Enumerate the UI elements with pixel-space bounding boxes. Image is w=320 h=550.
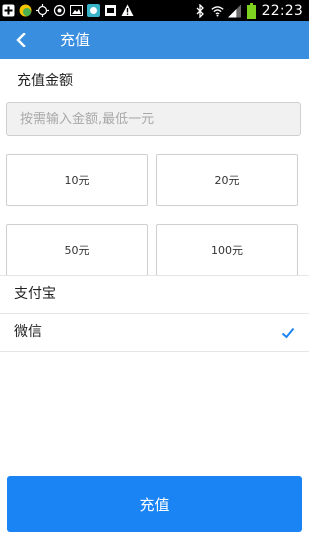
status-bar: 22:23	[0, 0, 309, 21]
system-icons: 22:23	[194, 0, 303, 21]
signal-icon	[227, 4, 241, 17]
payment-option-label: 微信	[14, 324, 42, 340]
payment-option-wechat[interactable]: 微信	[0, 313, 309, 352]
location-icon	[36, 4, 49, 17]
payment-method-list: 支付宝 微信	[0, 275, 309, 352]
clock: 22:23	[261, 2, 303, 19]
preset-amount-button[interactable]: 20元	[156, 154, 298, 206]
page-title: 充值	[60, 31, 91, 49]
chevron-left-icon	[16, 33, 26, 47]
back-button[interactable]	[10, 29, 32, 51]
preset-amount-button[interactable]: 10元	[6, 154, 148, 206]
recharge-button[interactable]: 充值	[7, 476, 302, 532]
image-icon	[70, 4, 83, 17]
battery-icon	[245, 2, 258, 19]
wifi-icon	[211, 4, 224, 17]
payment-option-label: 支付宝	[14, 286, 56, 302]
sim-icon	[104, 4, 117, 17]
app-bar: 充值	[0, 21, 309, 59]
check-icon	[281, 327, 295, 339]
app-icon	[19, 4, 32, 17]
preset-amount-button[interactable]: 50元	[6, 224, 148, 276]
payment-option-alipay[interactable]: 支付宝	[0, 275, 309, 313]
sync-icon	[53, 4, 66, 17]
add-icon	[2, 4, 15, 17]
amount-label: 充值金额	[17, 73, 73, 89]
warning-icon	[121, 4, 134, 17]
notification-icons	[2, 2, 134, 19]
bluetooth-icon	[194, 3, 207, 18]
app-icon	[87, 4, 100, 17]
preset-amount-button[interactable]: 100元	[156, 224, 298, 276]
amount-input[interactable]	[6, 102, 301, 136]
